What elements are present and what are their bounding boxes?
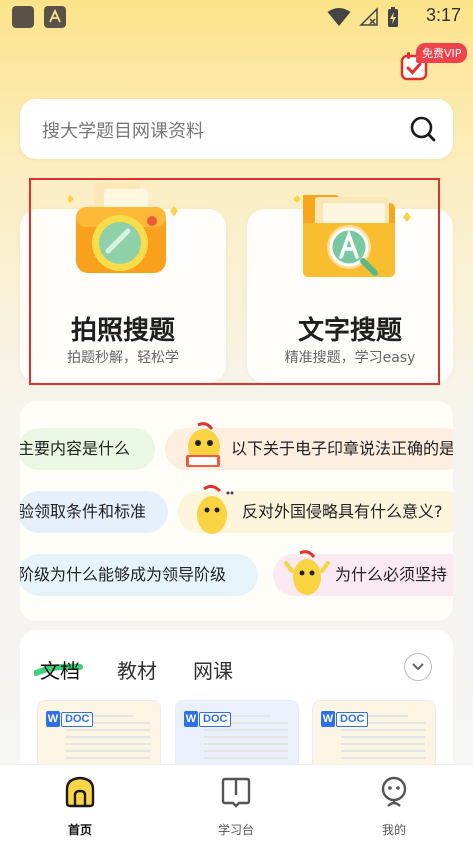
question-text: 以下关于电子印章说法正确的是	[231, 439, 453, 458]
expand-tabs-button[interactable]	[404, 653, 432, 681]
free-vip-button[interactable]: 免费VIP	[398, 43, 468, 83]
doc-type-tag: W DOC	[184, 711, 232, 727]
question-text: 验领取条件和标准	[20, 502, 147, 521]
nav-profile[interactable]: 我的	[354, 775, 434, 838]
vip-badge: 免费VIP	[416, 43, 468, 63]
question-bubble[interactable]: 验领取条件和标准	[20, 491, 168, 533]
doc-type-tag: W DOC	[46, 711, 94, 727]
profile-icon	[381, 776, 407, 807]
book-icon	[221, 777, 251, 808]
hot-questions-panel: 主要内容是什么 以下关于电子印章说法正确的是 验领取条件和标准 反对外国侵略具有…	[20, 401, 453, 621]
mascot-cheering-icon	[284, 550, 330, 595]
status-time: 3:17	[425, 5, 461, 25]
question-text: 反对外国侵略具有什么意义?	[242, 502, 443, 521]
question-text: 主要内容是什么	[20, 439, 131, 458]
mascot-thinking-icon	[197, 484, 234, 534]
nav-study[interactable]: 学习台	[196, 775, 276, 838]
card-title: 拍照搜题	[70, 316, 175, 346]
nav-label: 我的	[381, 823, 406, 837]
app-notification-icon	[12, 6, 34, 28]
doc-type-tag: W DOC	[321, 711, 369, 727]
battery-charging-icon	[388, 7, 398, 27]
search-icon[interactable]	[409, 115, 437, 143]
photo-search-card[interactable]: 拍照搜题 拍题秒解，轻松学	[20, 183, 226, 383]
question-text: 阶级为什么能够成为领导阶级	[20, 565, 227, 584]
font-app-notification-icon	[44, 6, 66, 28]
document-card[interactable]: W DOC	[175, 700, 299, 770]
nav-label: 学习台	[217, 823, 254, 837]
nav-label: 首页	[67, 823, 92, 837]
bottom-navigation: 首页 学习台 我的	[0, 764, 473, 842]
resources-panel: 文档 教材 网课 W DOC W DOC W DOC	[20, 630, 453, 770]
question-bubble[interactable]: 主要内容是什么	[20, 428, 155, 470]
chevron-down-icon	[412, 663, 424, 671]
status-bar: 3:17	[0, 0, 473, 32]
status-icons	[327, 6, 399, 28]
card-subtitle: 拍题秒解，轻松学	[67, 350, 179, 366]
search-placeholder: 搜大学题目网课资料	[42, 121, 204, 142]
word-icon: W	[46, 711, 60, 727]
nav-home[interactable]: 首页	[40, 775, 120, 838]
document-card[interactable]: W DOC	[37, 700, 161, 770]
mascot-reading-icon	[186, 422, 220, 467]
word-icon: W	[184, 711, 198, 727]
wifi-icon	[327, 8, 351, 26]
question-text: 为什么必须坚持	[335, 565, 448, 584]
home-icon	[65, 776, 95, 808]
folder-search-icon	[293, 195, 411, 277]
card-subtitle: 精准搜题，学习easy	[284, 350, 416, 366]
card-title: 文字搜题	[297, 316, 402, 346]
question-bubble[interactable]: 阶级为什么能够成为领导阶级	[20, 554, 258, 596]
tab-textbooks[interactable]: 教材	[117, 655, 157, 684]
no-signal-icon	[359, 7, 378, 26]
text-search-card[interactable]: 文字搜题 精准搜题，学习easy	[247, 195, 453, 383]
camera-icon	[68, 183, 178, 273]
tab-documents[interactable]: 文档	[40, 655, 80, 684]
document-card[interactable]: W DOC	[312, 700, 436, 770]
search-bar[interactable]: 搜大学题目网课资料	[20, 99, 453, 159]
word-icon: W	[321, 711, 335, 727]
tab-online-courses[interactable]: 网课	[193, 655, 233, 684]
